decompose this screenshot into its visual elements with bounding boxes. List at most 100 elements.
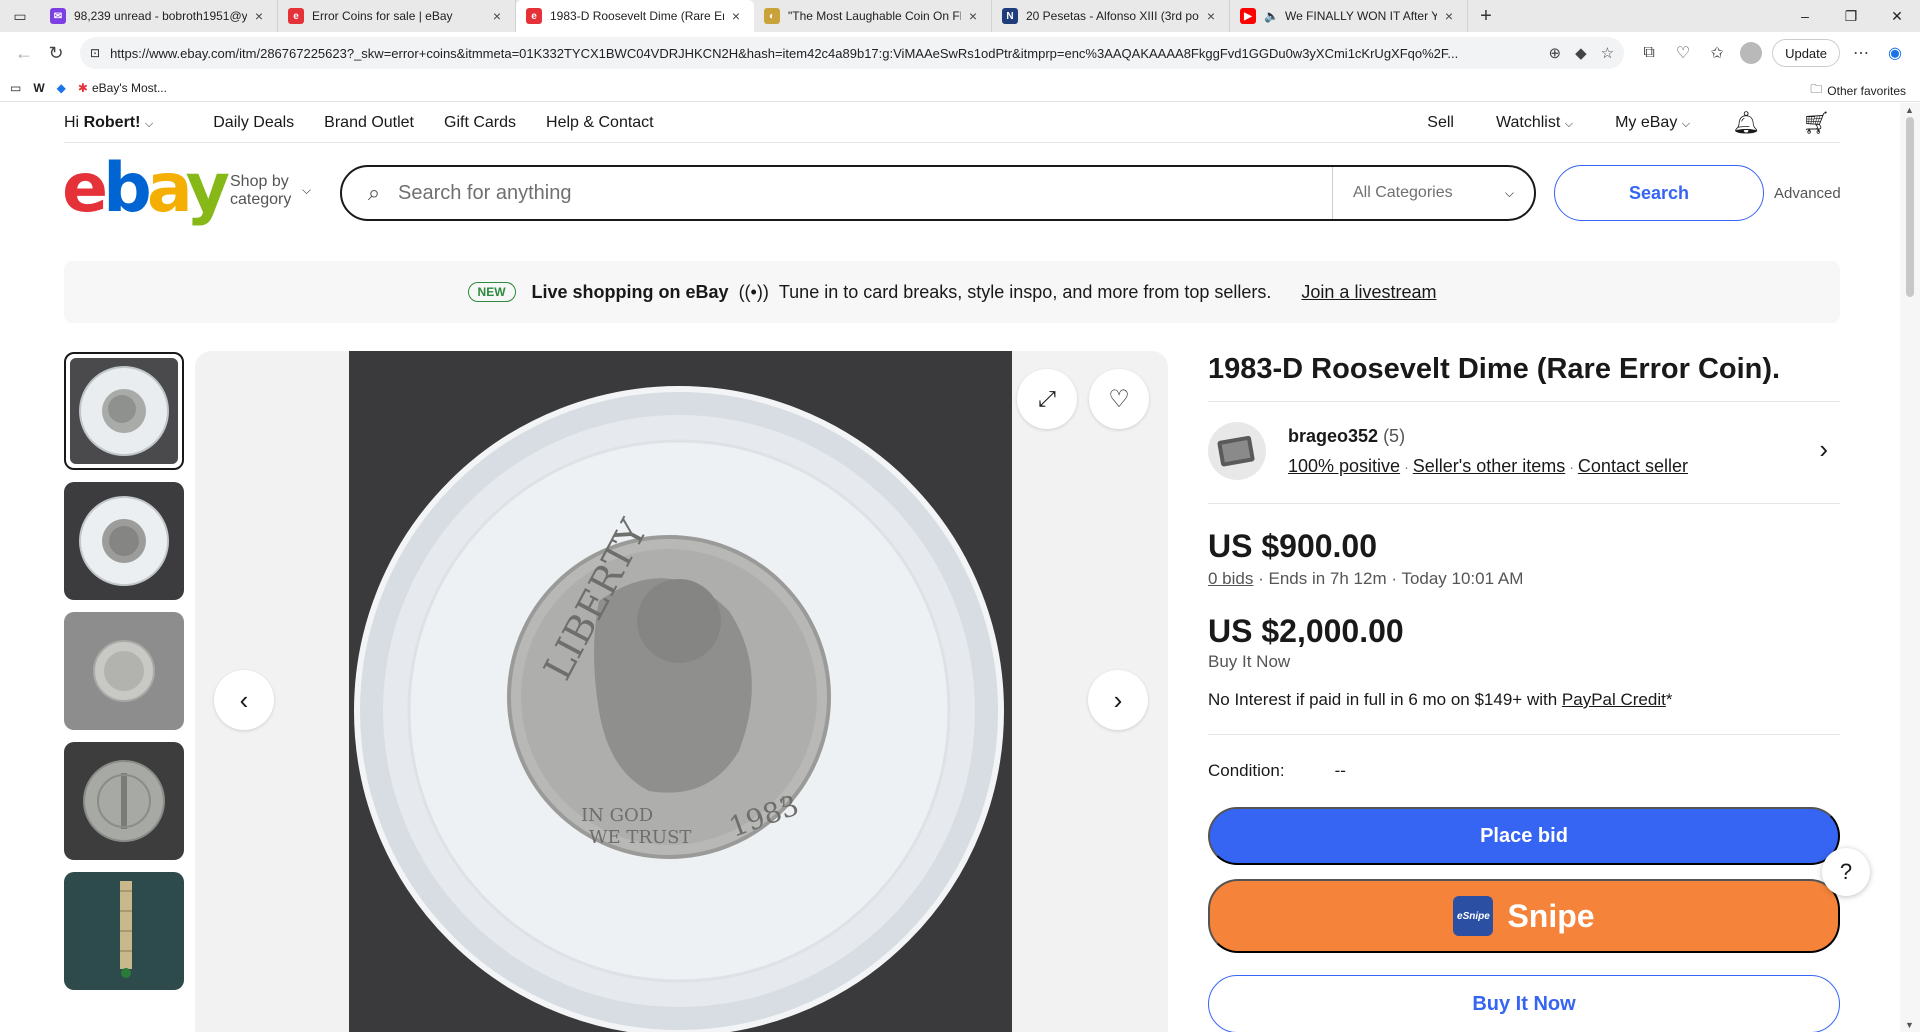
gem-icon[interactable]: ◆ [57,81,66,95]
zoom-icon[interactable]: ⊕ [1549,44,1562,62]
scrollbar-thumb[interactable] [1906,117,1914,297]
banner-headline: Live shopping on eBay [531,281,729,302]
seller-positive-link[interactable]: 100% positive [1288,456,1400,476]
coin-image [93,640,155,702]
close-tab-icon[interactable]: × [1441,8,1457,24]
thumbnail-2[interactable] [64,482,184,600]
search-button[interactable]: Search [1554,165,1764,221]
join-livestream-link[interactable]: Join a livestream [1301,282,1436,303]
ebay-favicon-icon: e [288,8,304,24]
refresh-icon[interactable]: ↻ [40,37,72,69]
current-bid-price: US $900.00 [1208,528,1378,564]
more-menu-icon[interactable]: ⋯ [1844,37,1878,69]
shop-by-line2: category [230,191,292,208]
previous-image-button[interactable]: ‹ [214,670,274,730]
tab-list-icon[interactable]: ▭ [10,81,21,95]
nav-gift-cards[interactable]: Gift Cards [444,114,516,132]
other-favorites-label: Other favorites [1827,83,1906,98]
greeting-menu[interactable]: Hi Robert! ⌵ [64,114,153,132]
new-tab-icon[interactable]: + [1468,0,1504,32]
nav-daily-deals[interactable]: Daily Deals [213,114,294,132]
close-tab-icon[interactable]: × [1203,8,1219,24]
nav-help-contact[interactable]: Help & Contact [546,114,654,132]
browser-toolbar: ← ↻ ⊡ https://www.ebay.com/itm/286767225… [0,32,1920,74]
site-info-icon[interactable]: ⊡ [90,46,100,60]
help-icon[interactable]: ? [1822,848,1870,896]
nav-watchlist[interactable]: Watchlist ⌵ [1496,114,1573,132]
browser-tab-pesetas[interactable]: N 20 Pesetas - Alfonso XIII (3rd port × [992,0,1230,32]
restore-icon[interactable]: ❐ [1828,0,1874,32]
bids-link[interactable]: 0 bids [1208,569,1253,588]
bid-info: 0 bids · Ends in 7h 12m · Today 10:01 AM [1208,569,1524,588]
browser-essentials-icon[interactable]: ♡ [1666,37,1700,69]
coupon-icon[interactable]: ◆ [1575,44,1587,62]
page-scrollbar[interactable]: ▲ ▼ [1900,103,1920,1032]
main-product-photo[interactable]: LIBERTY IN GOD WE TRUST 1983 D [349,351,1012,1032]
close-tab-icon[interactable]: × [965,8,981,24]
favorite-star-icon[interactable]: ☆ [1601,44,1614,62]
watch-heart-icon[interactable]: ♡ [1089,369,1149,429]
thumbnail-5[interactable] [64,872,184,990]
watchlist-label: Watchlist [1495,113,1561,131]
thumbnail-4[interactable] [64,742,184,860]
chevron-down-icon: ⌵ [302,183,312,197]
tab-title: We FINALLY WON IT After Ye [1284,9,1437,23]
category-select[interactable]: All Categories ⌵ [1332,167,1534,219]
scroll-up-icon[interactable]: ▲ [1905,105,1914,115]
nav-sell[interactable]: Sell [1427,114,1454,132]
profile-icon[interactable] [1734,37,1768,69]
place-bid-button[interactable]: Place bid [1208,807,1840,865]
notification-bell-icon[interactable]: 🔔︎ [1732,110,1760,136]
category-label: All Categories [1353,184,1453,201]
contact-seller-link[interactable]: Contact seller [1578,456,1688,476]
nav-my-ebay[interactable]: My eBay ⌵ [1615,114,1690,132]
tab-actions-icon[interactable]: ▭ [0,0,40,32]
favorites-icon[interactable]: ✩ [1700,37,1734,69]
back-icon[interactable]: ← [8,37,40,69]
other-favorites[interactable]: 🗀 Other favorites [1810,80,1906,101]
browser-tab-dime-listing[interactable]: e 1983-D Roosevelt Dime (Rare Erro × [516,0,754,32]
browser-tab-laughable-coin[interactable]: ◐ "The Most Laughable Coin On FL × [754,0,992,32]
seller-avatar[interactable] [1208,422,1266,480]
favorite-ebay-most[interactable]: ✱ eBay's Most... [78,81,167,95]
seller-name[interactable]: brageo352 (5) [1288,426,1405,447]
ebay-logo[interactable]: ebay [62,155,230,223]
financing-text: No Interest if paid in full in 6 mo on $… [1208,690,1562,709]
minimize-icon[interactable]: – [1782,0,1828,32]
close-window-icon[interactable]: ✕ [1874,0,1920,32]
live-broadcast-icon: ((•)) [738,281,769,302]
browser-tab-error-coins[interactable]: e Error Coins for sale | eBay × [278,0,516,32]
seller-other-items-link[interactable]: Seller's other items [1413,456,1566,476]
thumbnail-1[interactable] [64,352,184,470]
top-navigation: Hi Robert! ⌵ Daily Deals Brand Outlet Gi… [64,103,1840,143]
cart-icon[interactable]: 🛒︎ [1802,110,1830,136]
tab-title: 1983-D Roosevelt Dime (Rare Erro [550,9,724,23]
seller-card[interactable]: brageo352 (5) 100% positive · Seller's oth… [1208,402,1840,504]
close-tab-icon[interactable]: × [489,8,505,24]
coin-favicon-icon: ◐ [764,8,780,24]
nav-brand-outlet[interactable]: Brand Outlet [324,114,414,132]
advanced-search-link[interactable]: Advanced [1774,185,1841,202]
browser-tab-mail[interactable]: ✉ 98,239 unread - bobroth1951@ya × [40,0,278,32]
shop-by-category[interactable]: Shop by category [230,173,291,209]
copilot-icon[interactable]: ◉ [1878,37,1912,69]
snipe-button[interactable]: eSnipe Snipe [1208,879,1840,953]
paypal-credit-link[interactable]: PayPal Credit [1562,690,1666,709]
address-bar[interactable]: ⊡ https://www.ebay.com/itm/286767225623?… [80,37,1625,69]
close-tab-icon[interactable]: × [728,8,744,24]
close-tab-icon[interactable]: × [251,8,267,24]
speaker-icon[interactable]: 🔈 [1264,9,1279,23]
expand-icon[interactable]: ⤢ [1017,369,1077,429]
my-ebay-label: My eBay [1615,113,1678,131]
extensions-icon[interactable]: ⧉ [1632,37,1666,69]
update-button[interactable]: Update [1772,39,1840,67]
chevron-down-icon: ⌵ [1681,117,1691,130]
search-input[interactable] [390,181,1332,205]
chevron-right-icon[interactable]: › [1819,434,1828,465]
next-image-button[interactable]: › [1088,670,1148,730]
thumbnail-3[interactable] [64,612,184,730]
wikipedia-icon[interactable]: W [33,81,44,95]
buy-it-now-button[interactable]: Buy It Now [1208,975,1840,1032]
scroll-down-icon[interactable]: ▼ [1905,1020,1914,1030]
browser-tab-youtube[interactable]: ▶ 🔈 We FINALLY WON IT After Ye × [1230,0,1468,32]
